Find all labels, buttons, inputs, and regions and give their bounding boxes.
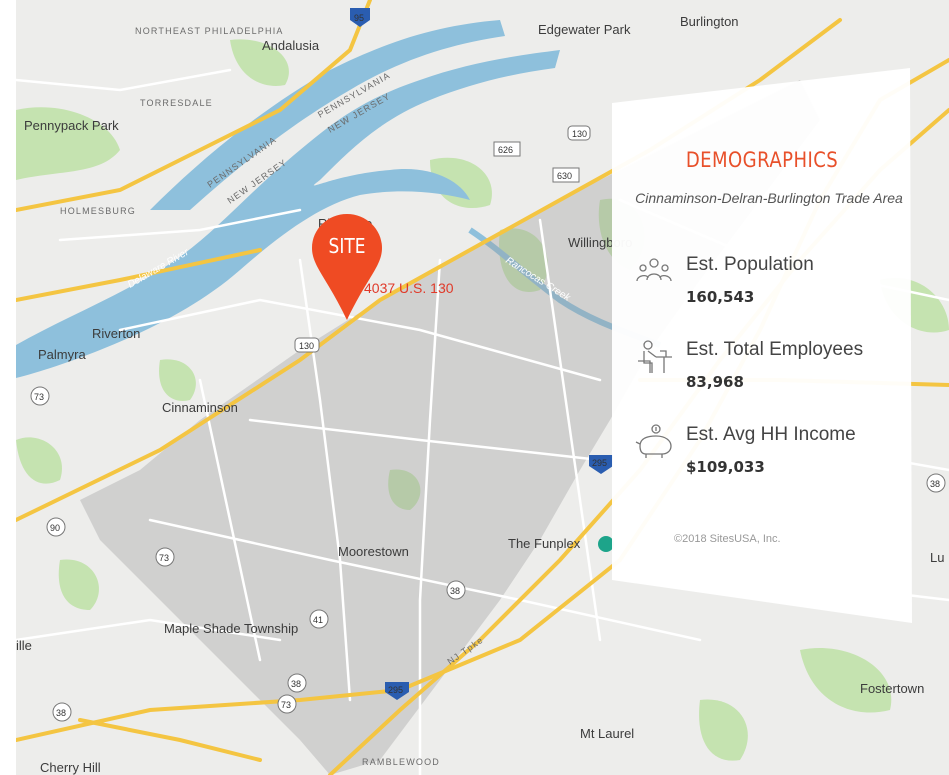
- stat-label: Est. Avg HH Income: [686, 424, 856, 445]
- stat-label: Est. Total Employees: [686, 339, 864, 360]
- svg-text:Moorestown: Moorestown: [338, 544, 409, 559]
- stat-employees: Est. Total Employees 83,968: [634, 339, 904, 399]
- site-address: 4037 U.S. 130: [364, 280, 454, 296]
- svg-text:95: 95: [354, 13, 364, 23]
- stat-population: Est. Population 160,543: [634, 254, 904, 314]
- employees-icon: [638, 340, 672, 373]
- svg-text:Mt Laurel: Mt Laurel: [580, 726, 634, 741]
- site-pin-label: SITE: [328, 234, 366, 258]
- svg-text:626: 626: [498, 145, 513, 155]
- panel-subtitle: Cinnaminson-Delran-Burlington Trade Area: [635, 190, 903, 206]
- svg-text:Cherry Hill: Cherry Hill: [40, 760, 101, 775]
- svg-text:Cinnaminson: Cinnaminson: [162, 400, 238, 415]
- svg-text:295: 295: [388, 685, 403, 695]
- stat-income: Est. Avg HH Income $109,033: [634, 424, 904, 484]
- svg-text:NORTHEAST PHILADELPHIA: NORTHEAST PHILADELPHIA: [135, 26, 284, 36]
- svg-text:The Funplex: The Funplex: [508, 536, 581, 551]
- svg-text:38: 38: [930, 479, 940, 489]
- svg-text:38: 38: [291, 679, 301, 689]
- svg-text:73: 73: [34, 392, 44, 402]
- svg-text:RAMBLEWOOD: RAMBLEWOOD: [362, 757, 440, 767]
- stat-value: $109,033: [686, 458, 765, 476]
- copyright-notice: ©2018 SitesUSA, Inc.: [674, 533, 781, 545]
- svg-text:73: 73: [159, 553, 169, 563]
- svg-text:41: 41: [313, 615, 323, 625]
- svg-text:Palmyra: Palmyra: [38, 347, 86, 362]
- stat-label: Est. Population: [686, 254, 814, 275]
- svg-text:130: 130: [572, 129, 587, 139]
- svg-text:38: 38: [450, 586, 460, 596]
- svg-text:Edgewater Park: Edgewater Park: [538, 22, 631, 37]
- svg-text:Fostertown: Fostertown: [860, 681, 924, 696]
- site-pin-icon[interactable]: [312, 214, 382, 320]
- svg-text:Burlington: Burlington: [680, 14, 739, 29]
- svg-text:Maple Shade Township: Maple Shade Township: [164, 621, 298, 636]
- stat-value: 160,543: [686, 288, 755, 306]
- svg-text:630: 630: [557, 171, 572, 181]
- stat-value: 83,968: [686, 373, 744, 391]
- svg-text:Pennypack Park: Pennypack Park: [24, 118, 119, 133]
- map-infographic: PENNSYLVANIA NEW JERSEY PENNSYLVANIA NEW…: [0, 0, 949, 775]
- svg-text:73: 73: [281, 700, 291, 710]
- svg-text:Riverton: Riverton: [92, 326, 140, 341]
- svg-text:130: 130: [299, 341, 314, 351]
- svg-text:38: 38: [56, 708, 66, 718]
- svg-text:295: 295: [592, 458, 607, 468]
- svg-text:TORRESDALE: TORRESDALE: [140, 98, 213, 108]
- piggy-bank-icon: [635, 424, 672, 458]
- population-icon: [636, 258, 672, 282]
- svg-text:ille: ille: [16, 638, 32, 653]
- svg-text:HOLMESBURG: HOLMESBURG: [60, 206, 136, 216]
- svg-text:Lu: Lu: [930, 550, 944, 565]
- svg-text:Andalusia: Andalusia: [262, 38, 320, 53]
- svg-text:90: 90: [50, 523, 60, 533]
- demographics-panel: DEMOGRAPHICS Cinnaminson-Delran-Burlingt…: [612, 68, 912, 623]
- panel-title: DEMOGRAPHICS: [685, 148, 839, 172]
